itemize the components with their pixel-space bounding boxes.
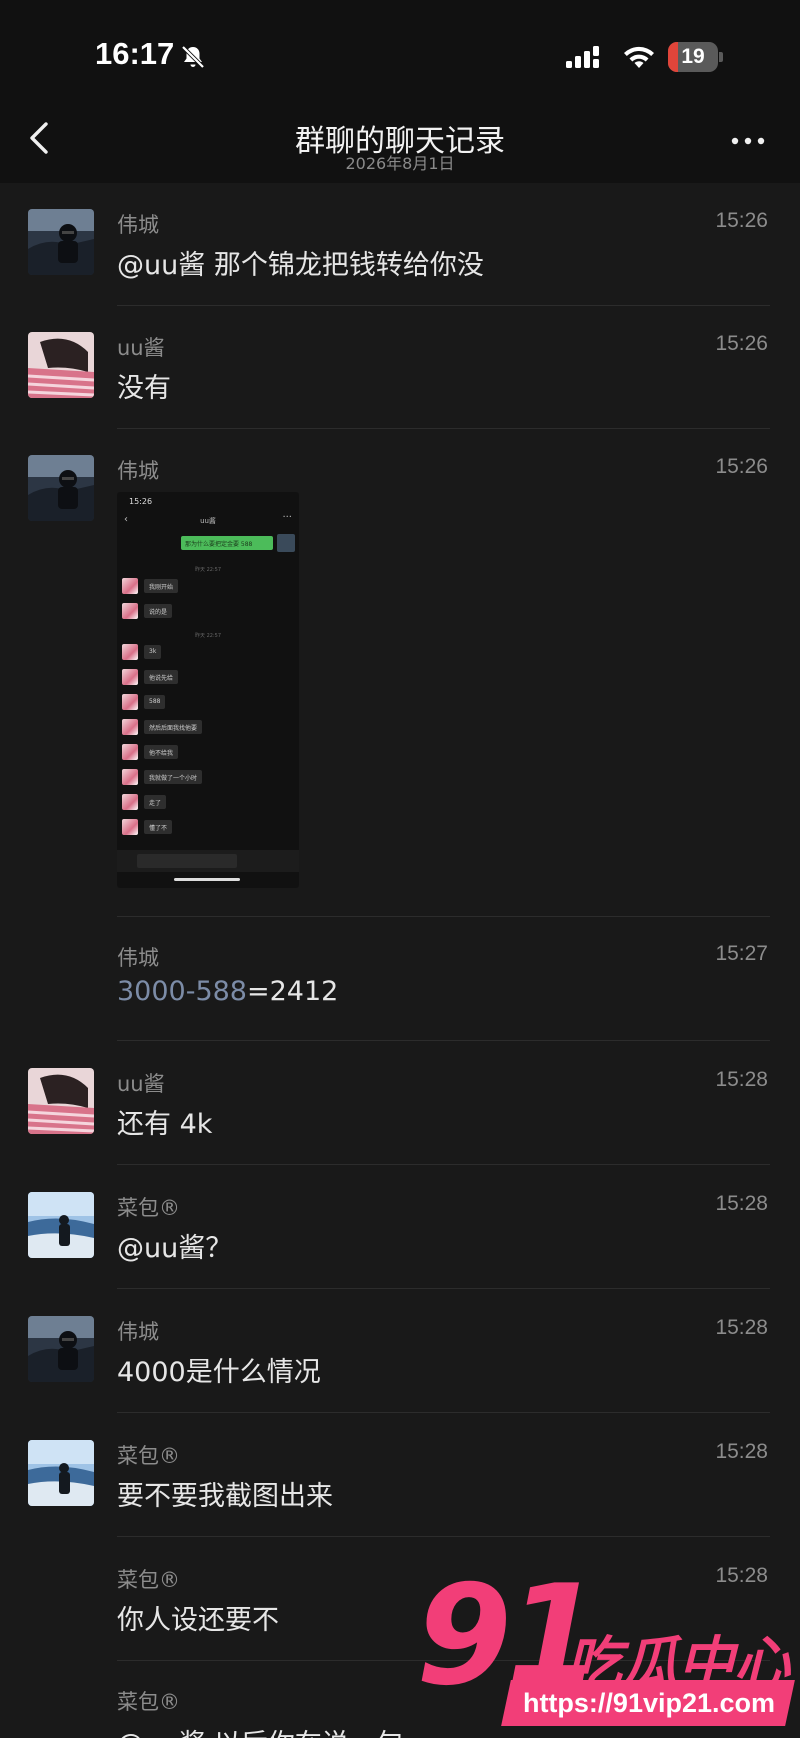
message-text[interactable]: 没有 <box>117 366 171 405</box>
nav-bar: 群聊的聊天记录 2026年8月1日 <box>0 100 800 183</box>
chat-message[interactable]: 伟城 15:27 3000-588=2412 <box>0 916 800 1041</box>
shot-reply-row: 懂了不 <box>122 819 292 837</box>
shot-reply-row: 走了 <box>122 794 292 812</box>
avatar[interactable] <box>28 1440 94 1506</box>
message-text[interactable]: @uu酱 那个锦龙把钱转给你没 <box>117 243 484 282</box>
shot-reply-bubble: 3k <box>144 645 162 659</box>
shot-reply-row: 他说先给 <box>122 669 292 687</box>
divider <box>117 305 770 306</box>
avatar[interactable] <box>28 1192 94 1258</box>
battery-indicator: 19 <box>668 42 724 72</box>
shot-reply-bubble: 然后后面我找他要 <box>144 720 203 734</box>
avatar[interactable] <box>28 332 94 398</box>
shot-reply-row: 我就做了一个小时 <box>122 769 292 787</box>
status-time: 16:17 <box>95 36 175 71</box>
signal-icon <box>566 46 599 68</box>
shot-title: uu酱 <box>200 517 216 525</box>
avatar-car-man-icon <box>28 1316 94 1382</box>
shot-reply-row: 说的是 <box>122 603 292 621</box>
shot-status-time: 15:26 <box>129 497 153 506</box>
avatar-snow-man-icon <box>28 1192 94 1258</box>
shot-reply-bubble: 他说先给 <box>144 670 179 684</box>
bell-muted-icon <box>181 45 205 69</box>
divider <box>117 428 770 429</box>
chat-message[interactable]: 菜包® 15:28 @uu酱？ <box>0 1164 800 1289</box>
sender-name: 菜包® <box>117 1444 180 1468</box>
chat-message[interactable]: 伟城 15:26 @uu酱 那个锦龙把钱转给你没 <box>0 185 800 306</box>
mention-text[interactable]: @uu酱 <box>117 250 205 281</box>
avatar-car-man-icon <box>28 209 94 275</box>
avatar-pink-girl-icon <box>28 1068 94 1134</box>
status-bar: 16:17 19 <box>0 0 800 100</box>
message-time: 15:28 <box>715 1316 768 1339</box>
sender-name: 伟城 <box>117 459 159 483</box>
shot-my-avatar <box>277 534 295 552</box>
formula-link[interactable]: 3000-588 <box>117 976 247 1007</box>
battery-percent: 19 <box>681 45 705 68</box>
chat-message[interactable]: 菜包® 15:28 要不要我截图出来 <box>0 1412 800 1537</box>
shot-timestamp: 昨天 22:57 <box>195 633 221 639</box>
shot-reply-bubble: 懂了不 <box>144 820 173 834</box>
sender-name: 伟城 <box>117 1320 159 1344</box>
message-time: 15:26 <box>715 332 768 355</box>
chat-message[interactable]: uu酱 15:28 还有 4k <box>0 1040 800 1165</box>
shot-reply-row: 我刚开始 <box>122 578 292 596</box>
shot-reply-row: 然后后面我找他要 <box>122 719 292 737</box>
avatar[interactable] <box>28 455 94 521</box>
shot-reply-bubble: 我刚开始 <box>144 579 179 593</box>
avatar[interactable] <box>28 1316 94 1382</box>
message-text[interactable]: @uu酱 以后你在说一句 <box>117 1722 403 1738</box>
watermark-url: https://91vip21.com <box>522 1688 776 1718</box>
shot-timestamp: 昨天 22:57 <box>195 567 221 573</box>
chat-message[interactable]: uu酱 15:26 没有 <box>0 308 800 429</box>
message-time: 15:26 <box>715 209 768 232</box>
shot-reply-bubble: 588 <box>144 695 166 709</box>
message-time: 15:28 <box>715 1068 768 1091</box>
wifi-icon <box>624 46 654 68</box>
shot-reply-bubble: 走了 <box>144 795 167 809</box>
sender-name: 伟城 <box>117 213 159 237</box>
message-time: 15:28 <box>715 1192 768 1215</box>
shot-sent-bubble: 那为什么要把定金要 588 <box>181 536 273 550</box>
message-time: 15:27 <box>715 942 768 965</box>
sender-name: 菜包® <box>117 1690 180 1714</box>
message-body: 那个锦龙把钱转给你没 <box>205 250 484 281</box>
message-text[interactable]: 你人设还要不 <box>117 1598 279 1637</box>
page-subtitle-date: 2026年8月1日 <box>345 154 455 173</box>
shot-reply-row: 3k <box>122 644 292 662</box>
avatar[interactable] <box>28 1068 94 1134</box>
chat-screenshot-image[interactable]: 15:26 ‹ uu酱 ··· 那为什么要把定金要 588 昨天 22:57 我… <box>117 492 299 888</box>
sender-name: uu酱 <box>117 1072 165 1096</box>
avatar-pink-girl-icon <box>28 332 94 398</box>
shot-reply-bubble: 说的是 <box>144 604 173 618</box>
message-text[interactable]: @uu酱？ <box>117 1226 232 1265</box>
shot-home-indicator <box>174 878 240 881</box>
sender-name: 菜包® <box>117 1196 180 1220</box>
avatar[interactable] <box>28 209 94 275</box>
shot-reply-row: 588 <box>122 694 292 712</box>
shot-reply-bubble: 他不给我 <box>144 745 179 759</box>
message-text[interactable]: 要不要我截图出来 <box>117 1474 333 1513</box>
shot-reply-bubble: 我就做了一个小时 <box>144 770 203 784</box>
avatar-car-man-icon <box>28 455 94 521</box>
sender-name: uu酱 <box>117 336 165 360</box>
sender-name: 伟城 <box>117 946 159 970</box>
message-time: 15:28 <box>715 1440 768 1463</box>
watermark: 91 吃瓜中心 https://91vip21.com <box>416 1566 796 1736</box>
shot-more-icon: ··· <box>282 512 292 523</box>
formula-result: =2412 <box>247 976 339 1007</box>
message-time: 15:26 <box>715 455 768 478</box>
message-text[interactable]: 还有 4k <box>117 1102 212 1141</box>
message-text[interactable]: 3000-588=2412 <box>117 976 338 1007</box>
chat-message[interactable]: 伟城 15:28 4000是什么情况 <box>0 1288 800 1413</box>
shot-reply-row: 他不给我 <box>122 744 292 762</box>
message-text[interactable]: 4000是什么情况 <box>117 1350 321 1389</box>
avatar-snow-man-icon <box>28 1440 94 1506</box>
more-icon[interactable] <box>728 124 768 154</box>
sender-name: 菜包® <box>117 1568 180 1592</box>
shot-input-bar <box>117 850 299 872</box>
